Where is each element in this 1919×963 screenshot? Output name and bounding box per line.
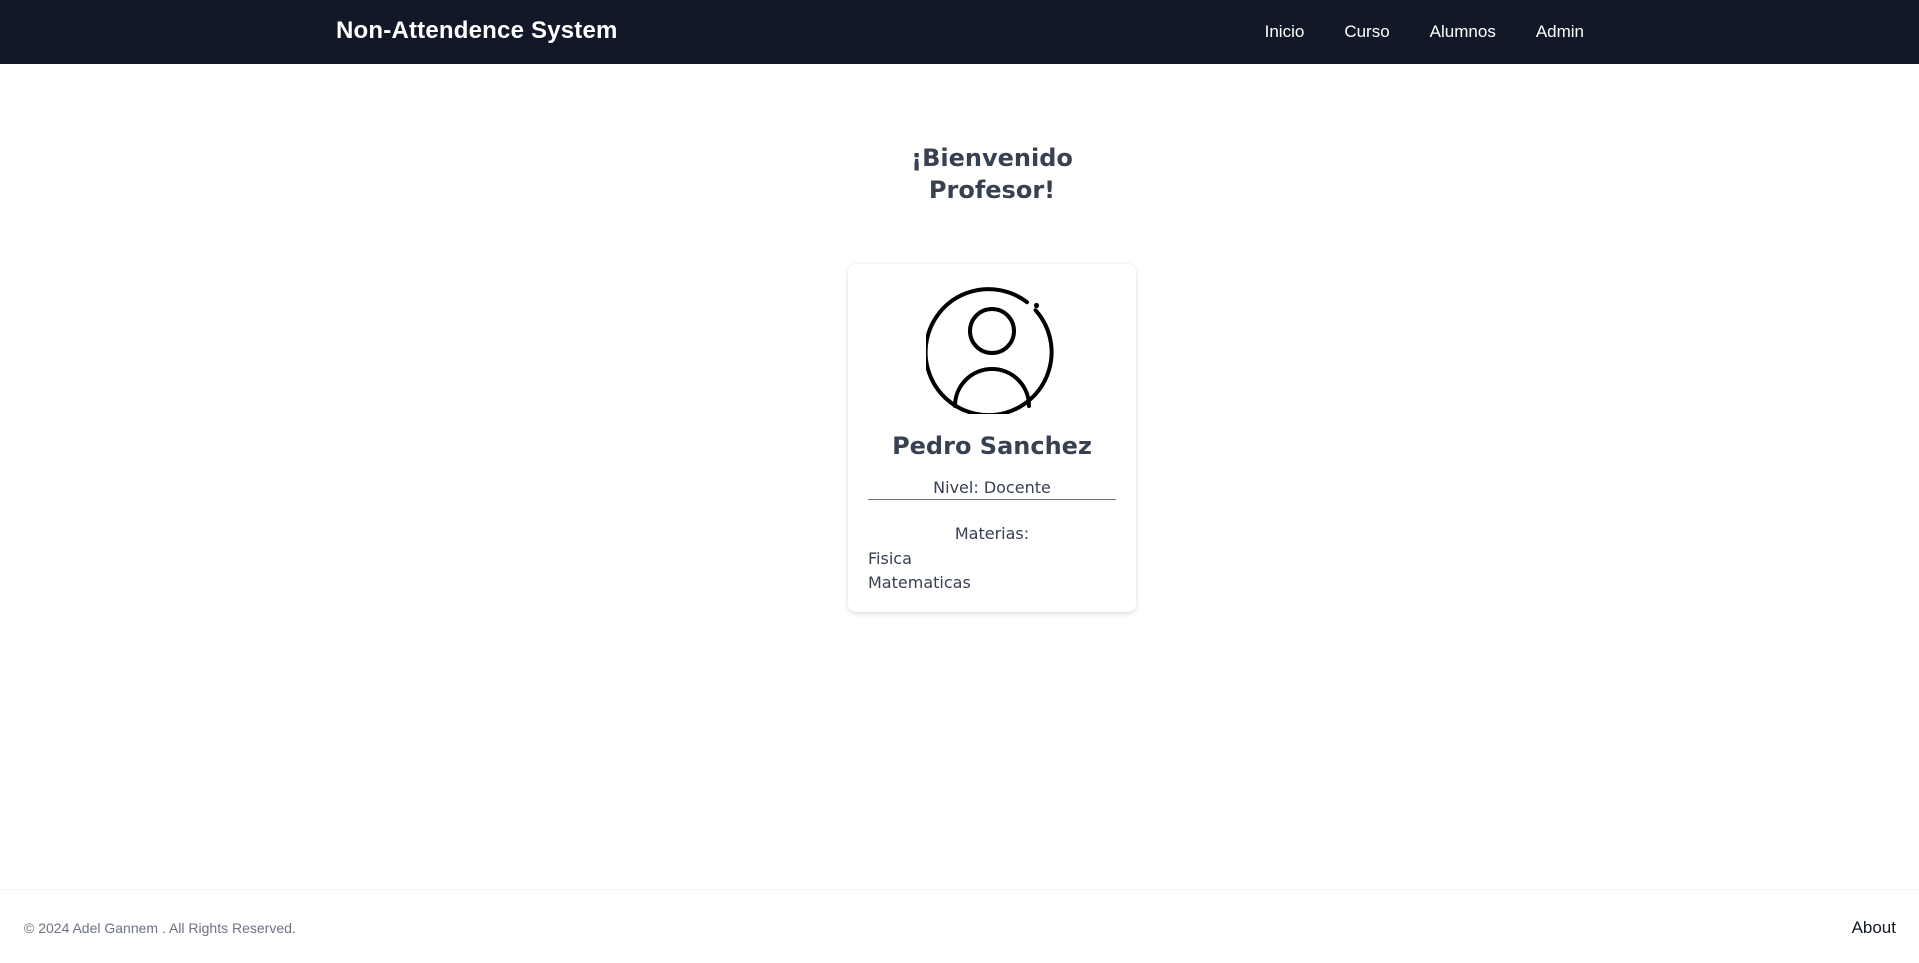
subjects-title: Materias: <box>954 524 1030 543</box>
copyright-text: © 2024 Adel Gannem . All Rights Reserved… <box>24 920 296 936</box>
teacher-level: Nivel: Docente <box>868 478 1116 500</box>
nav-link-alumnos[interactable]: Alumnos <box>1430 22 1496 42</box>
list-item: Fisica <box>868 549 912 568</box>
list-item: Matematicas <box>868 573 971 592</box>
page-footer: © 2024 Adel Gannem . All Rights Reserved… <box>0 889 1919 963</box>
nav-links: Inicio Curso Alumnos Admin <box>1265 22 1584 42</box>
welcome-line-2: Profesor! <box>928 176 1056 204</box>
user-circle-icon <box>926 287 1054 414</box>
subjects-list: Fisica Matematicas <box>868 547 971 595</box>
nav-link-admin[interactable]: Admin <box>1536 22 1584 42</box>
welcome-heading: ¡Bienvenido Profesor! <box>0 142 1919 206</box>
profile-card: Pedro Sanchez Nivel: Docente Materias: F… <box>848 264 1136 612</box>
brand-title[interactable]: Non-Attendence System <box>336 17 618 45</box>
nav-link-curso[interactable]: Curso <box>1344 22 1389 42</box>
about-link[interactable]: About <box>1852 918 1896 938</box>
welcome-line-1: ¡Bienvenido <box>911 144 1073 172</box>
teacher-name: Pedro Sanchez <box>892 432 1092 460</box>
top-navbar: Non-Attendence System Inicio Curso Alumn… <box>0 0 1919 64</box>
nav-link-inicio[interactable]: Inicio <box>1265 22 1305 42</box>
